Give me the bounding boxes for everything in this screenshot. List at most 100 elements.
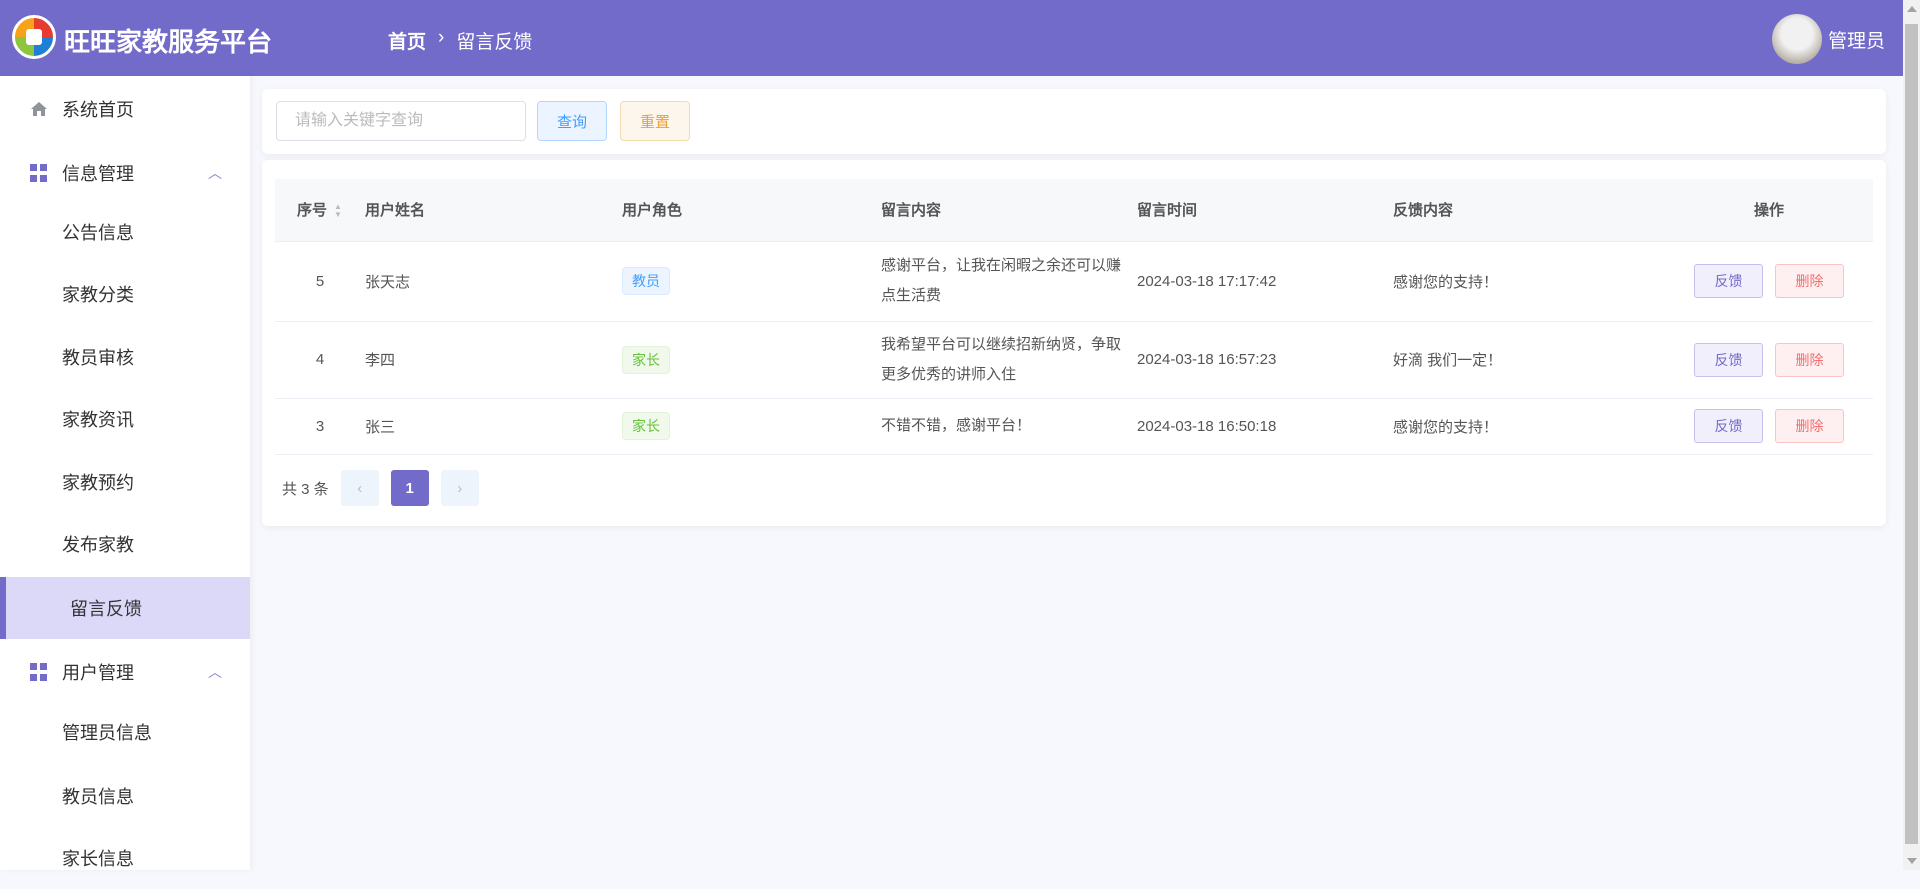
sidebar-item-label: 公告信息: [62, 223, 134, 243]
sidebar-item-label: 留言反馈: [70, 599, 142, 619]
cell-reply: 好滴 我们一定！: [1393, 321, 1665, 399]
sidebar-item-label: 信息管理: [62, 164, 134, 184]
chevron-right-icon: ›: [457, 479, 463, 497]
message-text: 我希望平台可以继续招新纳贤，争取更多优秀的讲师入住: [881, 335, 1122, 383]
sidebar-item-admin-info[interactable]: 管理员信息: [0, 701, 250, 763]
col-id[interactable]: 序号 ▲ ▼: [275, 179, 365, 242]
cell-role: 家长: [622, 321, 881, 399]
sidebar-item-label: 家教预约: [62, 473, 134, 493]
next-page-button[interactable]: ›: [440, 470, 479, 506]
reset-button[interactable]: 重置: [620, 101, 690, 141]
sidebar: 系统首页 信息管理 ︿ 公告信息 家教分类 教员审核 家教资讯 家教预约 发布家…: [0, 76, 250, 870]
table-row: 4 李四 家长 我希望平台可以继续招新纳贤，争取更多优秀的讲师入住 2024-0…: [275, 321, 1873, 399]
search-input[interactable]: [276, 101, 526, 141]
table-row: 3 张三 家长 不错不错，感谢平台！ 2024-03-18 16:50:18 感…: [275, 398, 1873, 455]
cell-time: 2024-03-18 16:57:23: [1137, 321, 1393, 399]
top-header: 旺旺家教服务平台 首页 › 留言反馈 管理员: [0, 0, 1903, 76]
table-row: 5 张天志 教员 感谢平台，让我在闲暇之余还可以赚点生活费 2024-03-18…: [275, 241, 1873, 322]
sidebar-item-booking[interactable]: 家教预约: [0, 451, 250, 513]
col-actions: 操作: [1665, 179, 1873, 242]
scrollbar[interactable]: [1903, 0, 1920, 870]
cell-content: 不错不错，感谢平台！: [881, 398, 1137, 455]
cell-id: 5: [275, 241, 365, 322]
sort-icon[interactable]: ▲ ▼: [333, 203, 343, 219]
breadcrumb-home[interactable]: 首页: [388, 27, 426, 54]
chevron-up-icon: ︿: [208, 664, 222, 680]
cell-time: 2024-03-18 16:50:18: [1137, 398, 1393, 455]
feedback-button[interactable]: 反馈: [1694, 342, 1763, 377]
delete-button[interactable]: 删除: [1775, 409, 1844, 443]
scroll-down-icon[interactable]: [1907, 858, 1917, 864]
col-content: 留言内容: [881, 179, 1137, 242]
sidebar-item-home[interactable]: 系统首页: [0, 78, 250, 140]
page-1[interactable]: 1: [390, 470, 429, 506]
cell-actions: 反馈 删除: [1665, 321, 1873, 399]
feedback-table: 序号 ▲ ▼ 用户姓名 用户角色 留言内容 留言时间 反馈内容 操作 5 张天志 教…: [275, 179, 1873, 455]
delete-button[interactable]: 删除: [1775, 342, 1844, 377]
role-tag: 家长: [622, 345, 670, 374]
sidebar-item-label: 家长信息: [62, 849, 134, 869]
sidebar-item-label: 发布家教: [62, 535, 134, 555]
sidebar-item-teacher-info[interactable]: 教员信息: [0, 765, 250, 827]
sidebar-item-label: 家教资讯: [62, 410, 134, 430]
breadcrumb: 首页 › 留言反馈: [388, 27, 532, 54]
breadcrumb-current: 留言反馈: [456, 32, 533, 53]
col-name: 用户姓名: [365, 179, 622, 242]
sidebar-item-notice[interactable]: 公告信息: [0, 201, 250, 263]
cell-name: 张三: [365, 398, 622, 455]
sidebar-item-teacher-review[interactable]: 教员审核: [0, 326, 250, 388]
total-count: 共 3 条: [282, 480, 329, 498]
scrollbar-thumb[interactable]: [1905, 24, 1918, 844]
sidebar-group-info[interactable]: 信息管理 ︿: [0, 142, 250, 204]
role-tag: 家长: [622, 412, 670, 440]
grid-icon: [30, 663, 48, 681]
sidebar-item-label: 教员信息: [62, 787, 134, 807]
cell-id: 3: [275, 398, 365, 455]
cell-name: 张天志: [365, 241, 622, 322]
sidebar-item-publish[interactable]: 发布家教: [0, 513, 250, 575]
sidebar-item-feedback[interactable]: 留言反馈: [0, 577, 250, 639]
prev-page-button[interactable]: ‹: [340, 470, 379, 506]
role-tag: 教员: [622, 267, 670, 295]
cell-actions: 反馈 删除: [1665, 398, 1873, 455]
cell-role: 教员: [622, 241, 881, 322]
col-role: 用户角色: [622, 179, 881, 242]
sidebar-item-label: 管理员信息: [62, 723, 152, 743]
cell-id: 4: [275, 321, 365, 399]
sidebar-item-parent-info[interactable]: 家长信息: [0, 827, 250, 889]
message-text: 不错不错，感谢平台！: [881, 417, 1032, 434]
scroll-up-icon[interactable]: [1907, 6, 1917, 12]
cell-name: 李四: [365, 321, 622, 399]
cell-content: 我希望平台可以继续招新纳贤，争取更多优秀的讲师入住: [881, 321, 1137, 399]
sidebar-item-label: 教员审核: [62, 348, 134, 368]
col-label: 序号: [296, 202, 327, 220]
col-time: 留言时间: [1137, 179, 1393, 242]
feedback-button[interactable]: 反馈: [1694, 264, 1763, 298]
cell-content: 感谢平台，让我在闲暇之余还可以赚点生活费: [881, 241, 1137, 322]
cell-time: 2024-03-18 17:17:42: [1137, 241, 1393, 322]
table-header-row: 序号 ▲ ▼ 用户姓名 用户角色 留言内容 留言时间 反馈内容 操作: [275, 179, 1873, 242]
sidebar-item-label: 系统首页: [62, 100, 134, 120]
grid-icon: [30, 164, 48, 182]
logo: [12, 15, 56, 59]
search-bar: 查询 重置: [262, 89, 1886, 154]
home-icon: [31, 102, 47, 116]
cell-actions: 反馈 删除: [1665, 241, 1873, 322]
sidebar-item-news[interactable]: 家教资讯: [0, 388, 250, 450]
user-menu[interactable]: 管理员: [1771, 14, 1885, 64]
sidebar-item-label: 用户管理: [62, 663, 134, 683]
pagination: 共 3 条 ‹ 1 ›: [282, 470, 479, 506]
delete-button[interactable]: 删除: [1775, 264, 1844, 298]
sidebar-item-label: 家教分类: [62, 285, 134, 305]
query-button[interactable]: 查询: [537, 101, 607, 141]
cell-role: 家长: [622, 398, 881, 455]
cell-reply: 感谢您的支持！: [1393, 241, 1665, 322]
avatar: [1771, 14, 1822, 64]
sidebar-item-category[interactable]: 家教分类: [0, 263, 250, 325]
cell-reply: 感谢您的支持！: [1393, 398, 1665, 455]
feedback-button[interactable]: 反馈: [1694, 409, 1763, 443]
chevron-right-icon: ›: [438, 27, 445, 48]
message-text: 感谢平台，让我在闲暇之余还可以赚点生活费: [881, 257, 1122, 304]
sidebar-group-users[interactable]: 用户管理 ︿: [0, 641, 250, 703]
chevron-up-icon: ︿: [208, 165, 222, 181]
